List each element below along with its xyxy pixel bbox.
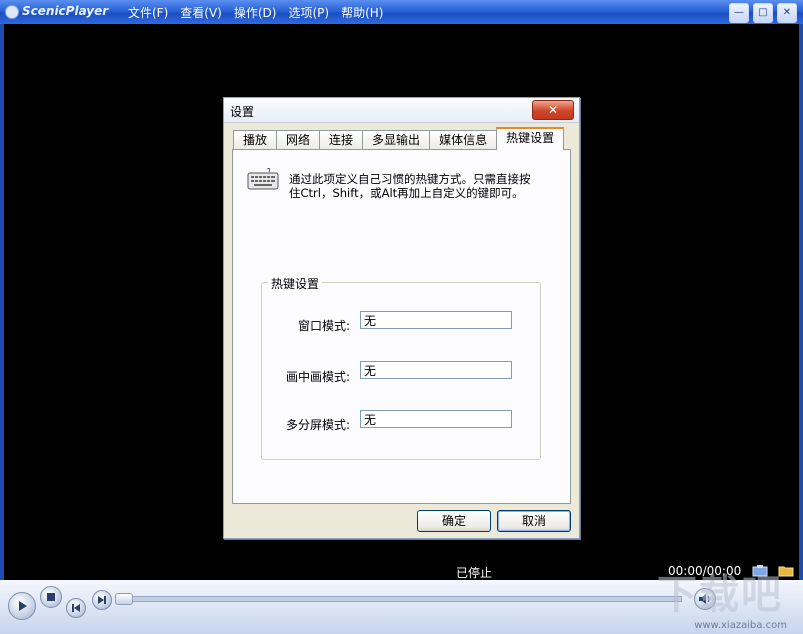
watermark-logo: 下载吧 xyxy=(657,572,783,618)
seek-bar[interactable] xyxy=(120,596,682,602)
next-icon xyxy=(98,596,106,604)
tab-network[interactable]: 网络 xyxy=(276,130,321,149)
dialog-close-button[interactable]: ✕ xyxy=(532,100,574,120)
stop-icon xyxy=(47,593,55,601)
close-button[interactable]: ✕ xyxy=(777,3,797,23)
pip-mode-input[interactable] xyxy=(360,361,512,379)
menu-options[interactable]: 选项(P) xyxy=(288,4,329,20)
app-logo-icon xyxy=(5,5,19,19)
settings-tabs: 播放 网络 连接 多显输出 媒体信息 热键设置 xyxy=(233,127,565,150)
stop-button[interactable] xyxy=(40,586,62,608)
group-title: 热键设置 xyxy=(268,275,323,292)
description-line-2: 住Ctrl，Shift，或Alt再加上自定义的键即可。 xyxy=(289,186,524,200)
hotkey-panel: 通过此项定义自己习惯的热键方式。只需直接按 住Ctrl，Shift，或Alt再加… xyxy=(232,149,571,504)
menu-help[interactable]: 帮助(H) xyxy=(341,4,383,20)
previous-icon xyxy=(72,604,80,612)
menu-file[interactable]: 文件(F) xyxy=(128,4,168,20)
next-button[interactable] xyxy=(92,590,112,610)
tab-hotkeys[interactable]: 热键设置 xyxy=(496,127,565,150)
seek-handle[interactable] xyxy=(115,593,133,605)
play-button[interactable] xyxy=(8,592,36,620)
window-mode-input[interactable] xyxy=(360,311,512,329)
hotkey-group: 热键设置 窗口模式: 画中画模式: 多分屏模式: xyxy=(261,275,541,460)
pip-mode-label: 画中画模式: xyxy=(285,370,350,384)
play-icon xyxy=(19,601,27,611)
menu-view[interactable]: 查看(V) xyxy=(180,4,222,20)
app-name: ScenicPlayer xyxy=(22,4,109,18)
previous-button[interactable] xyxy=(66,598,86,618)
watermark-url: www.xiazaiba.com xyxy=(694,620,787,631)
window-mode-label: 窗口模式: xyxy=(297,319,350,333)
tab-playback[interactable]: 播放 xyxy=(233,130,278,149)
multi-screen-mode-input[interactable] xyxy=(360,410,512,428)
ok-button[interactable]: 确定 xyxy=(417,510,491,532)
minimize-button[interactable]: — xyxy=(729,3,749,23)
menu-operate[interactable]: 操作(D) xyxy=(234,4,277,20)
playback-status: 已停止 xyxy=(456,566,493,580)
keyboard-icon xyxy=(247,168,279,190)
multi-screen-mode-label: 多分屏模式: xyxy=(285,418,350,432)
title-bar: ScenicPlayer 文件(F) 查看(V) 操作(D) 选项(P) 帮助(… xyxy=(0,0,803,24)
window-controls: — □ ✕ xyxy=(729,3,797,23)
cancel-button[interactable]: 取消 xyxy=(497,510,571,532)
dialog-title-bar: 设置 ✕ xyxy=(224,98,579,123)
dialog-title: 设置 xyxy=(230,105,255,119)
maximize-button[interactable]: □ xyxy=(753,3,773,23)
menu-bar: 文件(F) 查看(V) 操作(D) 选项(P) 帮助(H) xyxy=(128,4,383,20)
player-window: ScenicPlayer 文件(F) 查看(V) 操作(D) 选项(P) 帮助(… xyxy=(0,0,803,634)
tab-media-info[interactable]: 媒体信息 xyxy=(429,130,498,149)
settings-dialog: 设置 ✕ 播放 网络 连接 多显输出 媒体信息 热键设置 通过此项定义自己习惯的… xyxy=(223,97,580,539)
description-line-1: 通过此项定义自己习惯的热键方式。只需直接按 xyxy=(289,172,531,186)
tab-multi-display[interactable]: 多显输出 xyxy=(362,130,431,149)
tab-connection[interactable]: 连接 xyxy=(319,130,364,149)
hotkey-description: 通过此项定义自己习惯的热键方式。只需直接按 住Ctrl，Shift，或Alt再加… xyxy=(289,172,559,200)
